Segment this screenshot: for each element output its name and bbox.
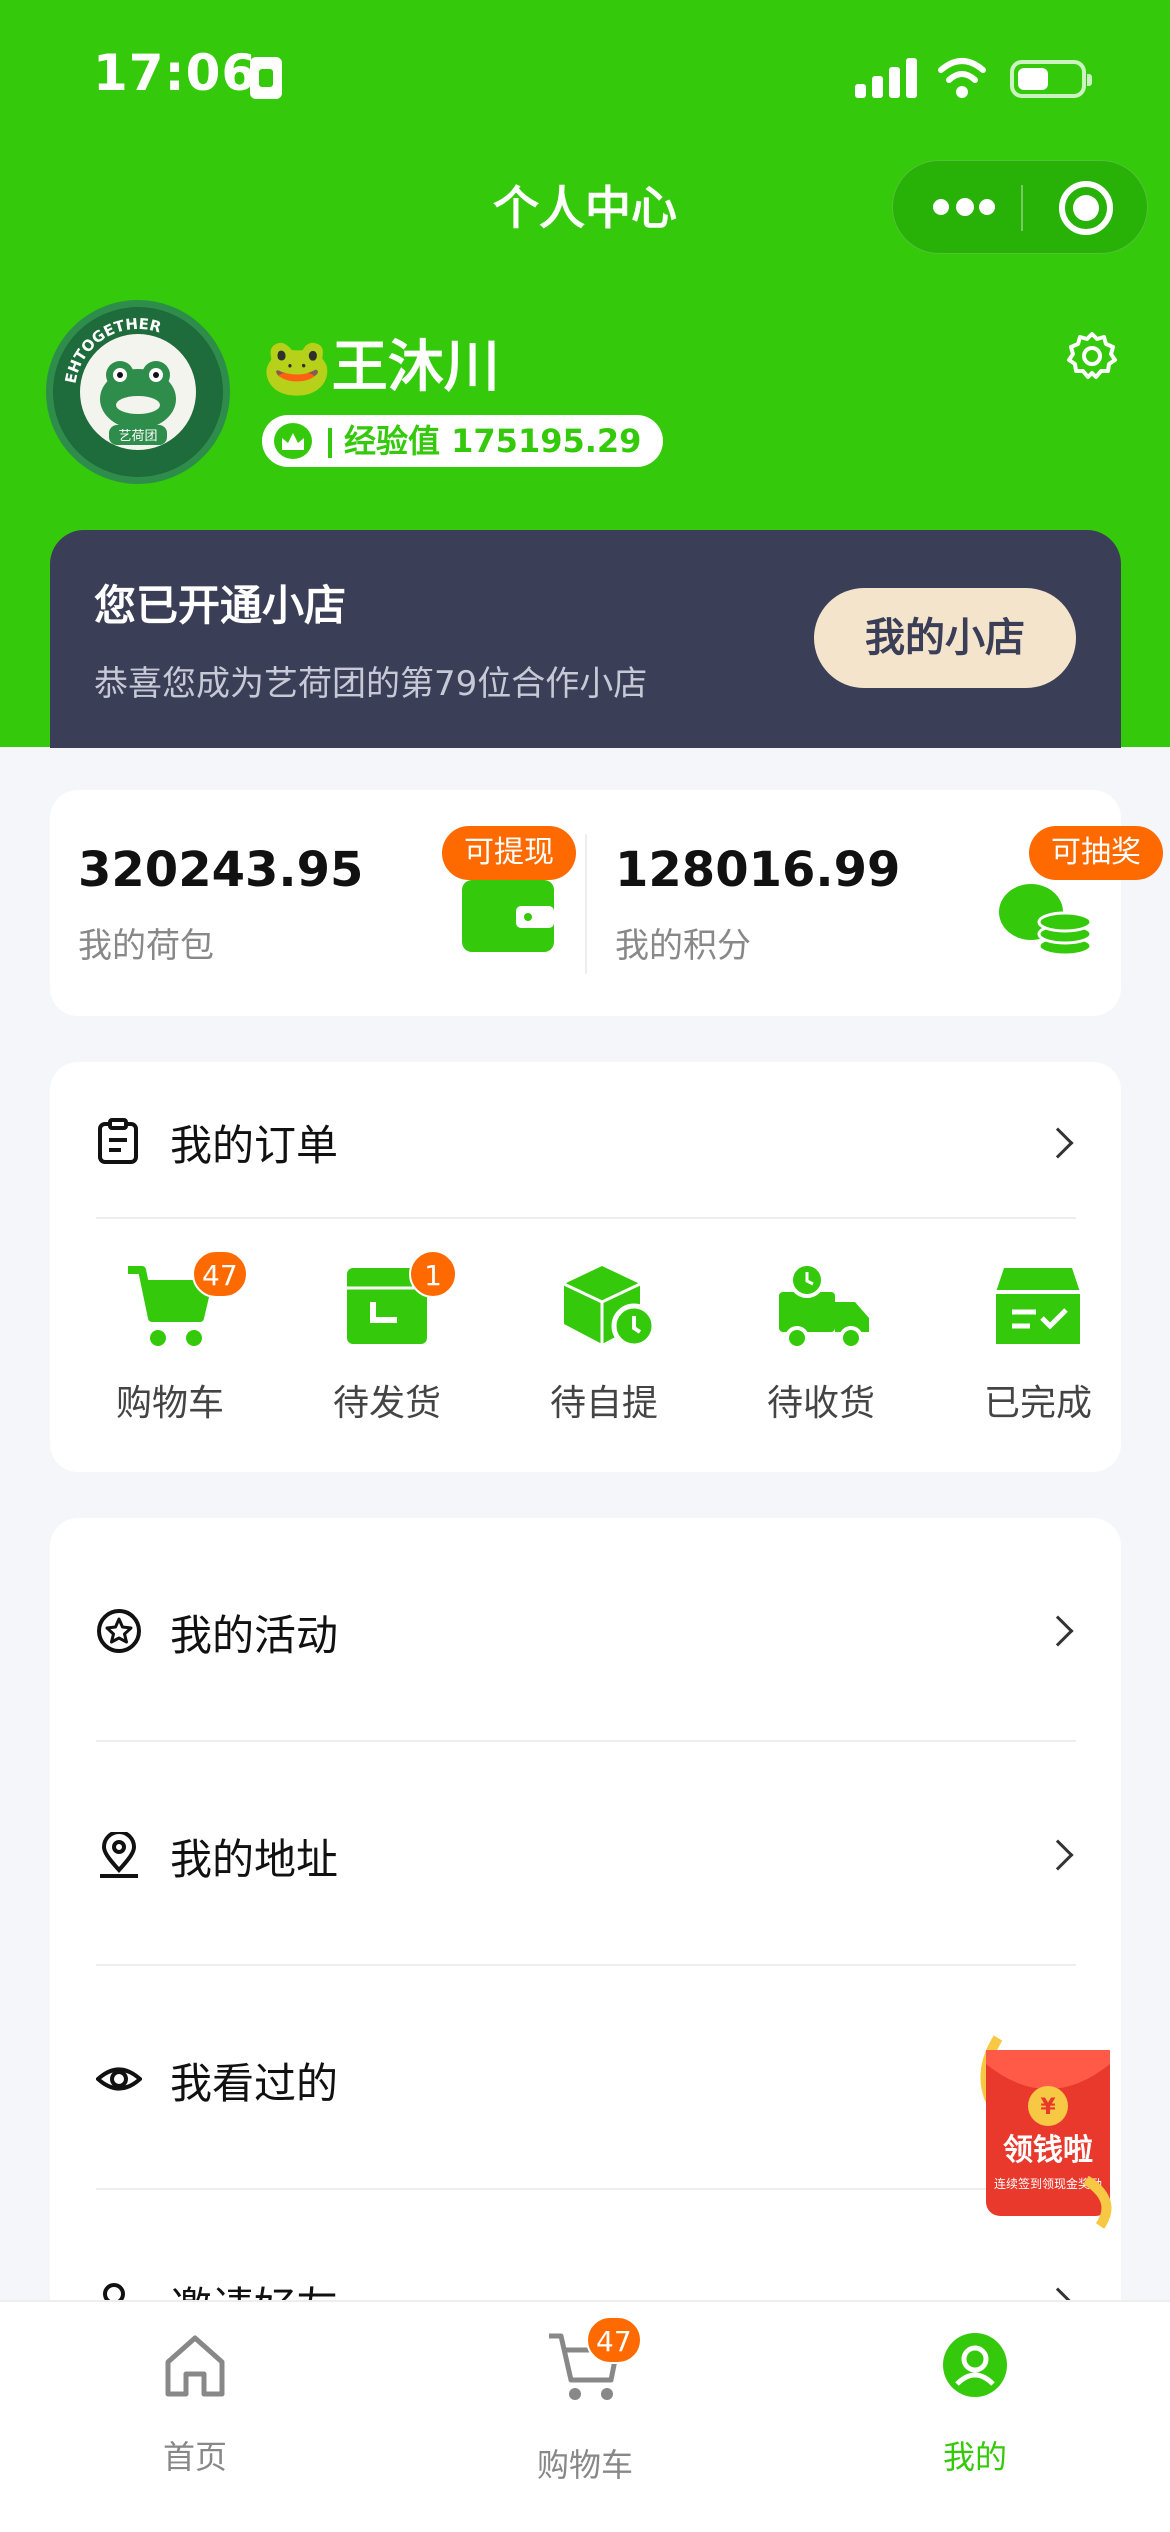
frog-logo-icon: EHTOGETHER 艺荷团 bbox=[54, 308, 222, 476]
tab-mine[interactable]: 我的 bbox=[780, 2302, 1170, 2532]
signal-icon bbox=[855, 58, 917, 98]
star-circle-icon bbox=[97, 1609, 141, 1653]
tab-home-label: 首页 bbox=[162, 2438, 227, 2476]
red-packet-icon: ¥ 领钱啦 连续签到领现金奖励 bbox=[980, 2035, 1112, 2229]
menu-item-activities[interactable]: 我的活动 bbox=[50, 1518, 1121, 1742]
pickup-box-icon bbox=[563, 1266, 656, 1349]
tab-cart-label: 购物车 bbox=[536, 2446, 633, 2484]
orders-title: 我的订单 bbox=[170, 1121, 339, 1170]
completed-box-icon bbox=[996, 1268, 1080, 1344]
avatar[interactable]: EHTOGETHER 艺荷团 bbox=[46, 300, 230, 484]
order-pickup-label: 待自提 bbox=[549, 1383, 658, 1424]
more-icon[interactable] bbox=[933, 198, 995, 217]
menu-item-history-label: 我看过的 bbox=[170, 2059, 339, 2108]
withdraw-tag: 可提现 bbox=[442, 826, 576, 880]
red-packet-promo[interactable]: ¥ 领钱啦 连续签到领现金奖励 bbox=[968, 2030, 1128, 2230]
exp-badge: 经验值 175195.29 bbox=[262, 415, 664, 467]
points-section[interactable]: 128016.99 我的积分 可抽奖 bbox=[587, 790, 1163, 1016]
home-icon bbox=[165, 2335, 225, 2397]
user-nickname: 🐸王沐川 bbox=[262, 335, 500, 400]
bottom-tab-bar: 首页 47 购物车 我的 bbox=[0, 2300, 1170, 2532]
delivery-truck-icon bbox=[779, 1262, 869, 1350]
order-cart-label: 购物车 bbox=[115, 1383, 224, 1424]
wallet-icon bbox=[462, 880, 554, 952]
crown-icon bbox=[274, 423, 312, 459]
status-time: 17:06 bbox=[93, 44, 258, 102]
menu-item-activities-label: 我的活动 bbox=[170, 1611, 339, 1660]
orders-card: 我的订单 47 购物车 1 待发货 待自提 待收货 已完成 bbox=[50, 1062, 1121, 1472]
chevron-right-icon bbox=[1042, 1615, 1074, 1647]
tab-home[interactable]: 首页 bbox=[0, 2302, 390, 2532]
to-ship-count-badge: 1 bbox=[409, 1250, 457, 1298]
cart-count-badge: 47 bbox=[192, 1250, 248, 1298]
eye-icon bbox=[96, 2067, 142, 2091]
chevron-right-icon bbox=[1042, 1127, 1074, 1159]
clipboard-icon bbox=[98, 1118, 138, 1164]
svg-text:艺荷团: 艺荷团 bbox=[118, 429, 157, 444]
order-to-receive[interactable]: 待收货 bbox=[731, 1262, 911, 1442]
wifi-icon bbox=[938, 58, 986, 98]
points-label: 我的积分 bbox=[615, 926, 751, 966]
order-to-ship-label: 待发货 bbox=[332, 1383, 441, 1424]
balance-section[interactable]: 320243.95 我的荷包 可提现 bbox=[50, 790, 585, 1016]
coins-icon bbox=[999, 884, 1093, 957]
my-shop-button[interactable]: 我的小店 bbox=[814, 588, 1076, 688]
tab-mine-label: 我的 bbox=[942, 2438, 1007, 2476]
menu-item-history[interactable]: 我看过的 bbox=[50, 1966, 1121, 2190]
sim-icon bbox=[250, 57, 282, 99]
shop-subtitle: 恭喜您成为艺荷团的第79位合作小店 bbox=[94, 664, 648, 704]
order-completed[interactable]: 已完成 bbox=[948, 1262, 1128, 1442]
order-to-ship[interactable]: 1 待发货 bbox=[297, 1250, 477, 1442]
status-bar: 17:06 bbox=[0, 0, 1170, 150]
miniapp-capsule bbox=[892, 160, 1148, 254]
order-completed-label: 已完成 bbox=[983, 1383, 1092, 1424]
order-to-receive-label: 待收货 bbox=[766, 1383, 875, 1424]
shop-title: 您已开通小店 bbox=[94, 581, 347, 630]
balance-value: 320243.95 bbox=[78, 842, 364, 898]
user-icon bbox=[943, 2333, 1007, 2397]
close-miniapp-icon[interactable] bbox=[1059, 181, 1113, 235]
chevron-right-icon bbox=[1042, 1839, 1074, 1871]
wallet-card: 320243.95 我的荷包 可提现 128016.99 我的积分 可抽奖 bbox=[50, 790, 1163, 1016]
settings-gear-icon[interactable] bbox=[1066, 330, 1118, 382]
battery-icon bbox=[1010, 60, 1092, 98]
balance-label: 我的荷包 bbox=[78, 926, 214, 966]
svg-text:领钱啦: 领钱啦 bbox=[1003, 2133, 1093, 2168]
tab-cart[interactable]: 47 购物车 bbox=[390, 2302, 780, 2532]
menu-item-address[interactable]: 我的地址 bbox=[50, 1742, 1121, 1966]
points-value: 128016.99 bbox=[615, 842, 901, 898]
location-icon bbox=[100, 1832, 138, 1878]
menu-item-address-label: 我的地址 bbox=[170, 1835, 339, 1884]
orders-header[interactable]: 我的订单 bbox=[50, 1062, 1121, 1218]
order-pickup[interactable]: 待自提 bbox=[514, 1262, 694, 1442]
exp-value: 经验值 175195.29 bbox=[344, 422, 642, 460]
tab-cart-badge: 47 bbox=[586, 2316, 642, 2364]
shop-banner: 您已开通小店 恭喜您成为艺荷团的第79位合作小店 我的小店 bbox=[50, 530, 1121, 748]
svg-text:¥: ¥ bbox=[1040, 2095, 1056, 2120]
order-cart[interactable]: 47 购物车 bbox=[80, 1250, 260, 1442]
lottery-tag: 可抽奖 bbox=[1029, 826, 1163, 880]
